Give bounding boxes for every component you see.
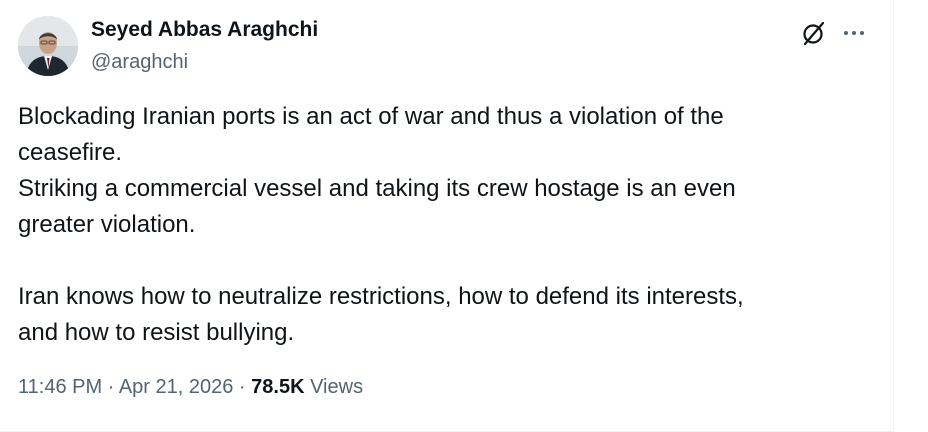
tweet-line: ceasefire. — [18, 139, 123, 166]
meta-separator: · — [238, 376, 246, 398]
divider-vertical — [893, 0, 894, 432]
tweet-meta: 11:46 PM · Apr 21, 2026 · 78.5K Views — [18, 376, 363, 399]
tweet-date[interactable]: Apr 21, 2026 — [119, 376, 234, 398]
tweet-line: Striking a commercial vessel and taking … — [18, 175, 736, 202]
more-icon[interactable] — [840, 19, 868, 47]
tweet-line: Iran knows how to neutralize restriction… — [18, 283, 744, 310]
views-count: 78.5K — [251, 376, 305, 398]
tweet-card: Seyed Abbas Araghchi @araghchi Blockadin… — [0, 0, 928, 432]
tweet-line: Blockading Iranian ports is an act of wa… — [18, 103, 724, 130]
views-label: Views — [310, 376, 364, 398]
avatar[interactable] — [18, 16, 78, 76]
author-handle[interactable]: @araghchi — [91, 51, 188, 74]
tweet-line: greater violation. — [18, 211, 196, 238]
tweet-line: and how to resist bullying. — [18, 319, 295, 346]
meta-separator: · — [107, 376, 115, 398]
tweet-text: Blockading Iranian ports is an act of wa… — [18, 99, 878, 351]
author-name[interactable]: Seyed Abbas Araghchi — [91, 18, 318, 42]
grok-icon[interactable] — [800, 19, 828, 47]
tweet-time[interactable]: 11:46 PM — [18, 376, 102, 398]
avatar-image — [18, 16, 78, 76]
